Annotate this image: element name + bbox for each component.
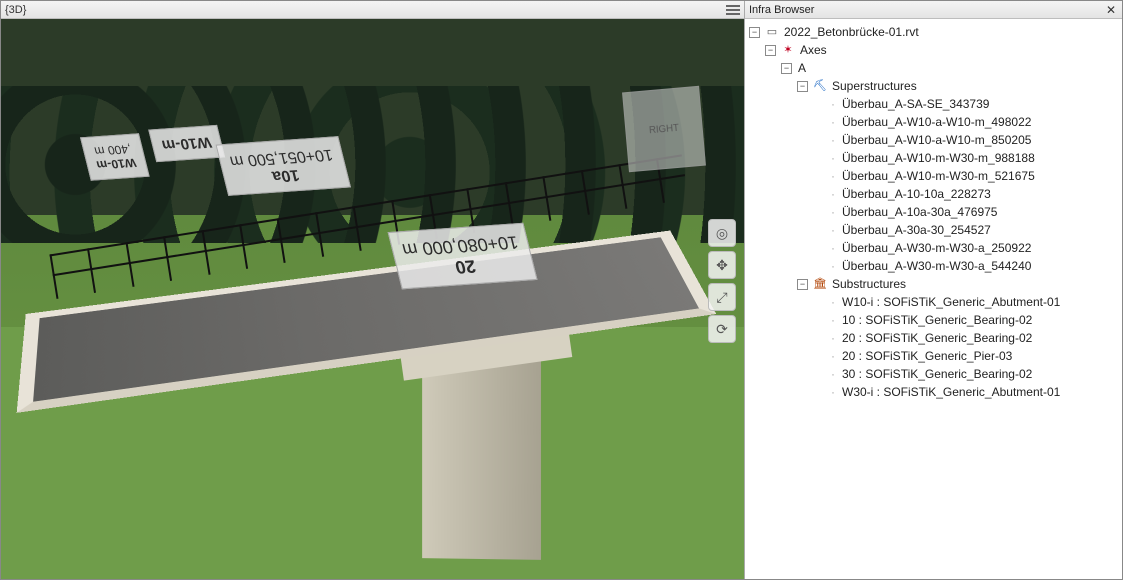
tree-item-label: 10 : SOFiSTiK_Generic_Bearing-02	[840, 311, 1034, 329]
document-icon: ▭	[764, 24, 780, 40]
collapse-icon[interactable]: −	[765, 45, 776, 56]
tree-sub-item-5[interactable]: ·W30-i : SOFiSTiK_Generic_Abutment-01	[813, 383, 1120, 401]
tree-item-label: Überbau_A-W10-m-W30-m_521675	[840, 167, 1037, 185]
tree-item-label: Überbau_A-W10-m-W30-m_988188	[840, 149, 1037, 167]
tree-connector-icon: ·	[828, 383, 838, 401]
tree-item-label: 30 : SOFiSTiK_Generic_Bearing-02	[840, 365, 1034, 383]
view-controls: ◎ ✥ ⤢ ⟳	[708, 219, 736, 343]
tree-item-label: W10-i : SOFiSTiK_Generic_Abutment-01	[840, 293, 1062, 311]
close-icon[interactable]: ✕	[1104, 3, 1118, 17]
tree-sub-item-0[interactable]: ·W10-i : SOFiSTiK_Generic_Abutment-01	[813, 293, 1120, 311]
tree-sub-item-2[interactable]: ·20 : SOFiSTiK_Generic_Bearing-02	[813, 329, 1120, 347]
tree-connector-icon: ·	[828, 185, 838, 203]
tree-super-item-2[interactable]: ·Überbau_A-W10-a-W10-m_850205	[813, 131, 1120, 149]
tree-root[interactable]: − ▭ 2022_Betonbrücke-01.rvt − ✶ Axes	[749, 23, 1120, 401]
tree-axis-a[interactable]: − A − ⛏ Superstructures	[781, 59, 1120, 401]
station-label-10a: 10a 10+051,500 m	[221, 140, 346, 191]
tree-root-label: 2022_Betonbrücke-01.rvt	[782, 23, 921, 41]
tree-item-label: Überbau_A-10-10a_228273	[840, 185, 993, 203]
tree-item-label: Überbau_A-W30-m-W30-a_544240	[840, 257, 1033, 275]
bridge-pier	[422, 358, 541, 560]
tree-sub-item-3[interactable]: ·20 : SOFiSTiK_Generic_Pier-03	[813, 347, 1120, 365]
station-label-w10m-b: W10-m	[153, 129, 220, 158]
tree-connector-icon: ·	[828, 257, 838, 275]
tree-axis-a-label: A	[796, 59, 808, 77]
tree-connector-icon: ·	[828, 311, 838, 329]
tree-substructures[interactable]: − 🏛 Substructures ·W10-i : SOFiSTiK_Gene…	[797, 275, 1120, 401]
tree-axes-label: Axes	[798, 41, 829, 59]
tree-connector-icon: ·	[828, 149, 838, 167]
tree-item-label: Überbau_A-30a-30_254527	[840, 221, 993, 239]
collapse-icon[interactable]: −	[797, 81, 808, 92]
viewport-menu-icon[interactable]	[726, 5, 740, 15]
tree-super-item-4[interactable]: ·Überbau_A-W10-m-W30-m_521675	[813, 167, 1120, 185]
tree-item-label: Überbau_A-10a-30a_476975	[840, 203, 999, 221]
superstructures-icon: ⛏	[812, 78, 828, 94]
infra-browser-header: Infra Browser ✕	[745, 1, 1122, 19]
substructures-icon: 🏛	[812, 276, 828, 292]
steering-wheels-button[interactable]: ◎	[708, 219, 736, 247]
tree-super-item-1[interactable]: ·Überbau_A-W10-a-W10-m_498022	[813, 113, 1120, 131]
tree-super-item-9[interactable]: ·Überbau_A-W30-m-W30-a_544240	[813, 257, 1120, 275]
tree-connector-icon: ·	[828, 239, 838, 257]
tree-item-label: Überbau_A-SA-SE_343739	[840, 95, 991, 113]
tree-item-label: Überbau_A-W10-a-W10-m_498022	[840, 113, 1033, 131]
tree-connector-icon: ·	[828, 131, 838, 149]
tree-super-item-7[interactable]: ·Überbau_A-30a-30_254527	[813, 221, 1120, 239]
zoom-button[interactable]: ⤢	[708, 283, 736, 311]
viewport-pane: {3D} W10-m ,400 m W10-m	[1, 1, 745, 579]
tree-item-label: Überbau_A-W10-a-W10-m_850205	[840, 131, 1033, 149]
infra-browser-tree: − ▭ 2022_Betonbrücke-01.rvt − ✶ Axes	[745, 19, 1122, 405]
tree-item-label: 20 : SOFiSTiK_Generic_Pier-03	[840, 347, 1014, 365]
viewport-title: {3D}	[5, 4, 26, 16]
tree-connector-icon: ·	[828, 167, 838, 185]
tree-super-item-0[interactable]: ·Überbau_A-SA-SE_343739	[813, 95, 1120, 113]
tree-connector-icon: ·	[828, 365, 838, 383]
tree-connector-icon: ·	[828, 95, 838, 113]
tree-super-item-6[interactable]: ·Überbau_A-10a-30a_476975	[813, 203, 1120, 221]
tree-super-item-5[interactable]: ·Überbau_A-10-10a_228273	[813, 185, 1120, 203]
collapse-icon[interactable]: −	[781, 63, 792, 74]
station-label-20: 20 10+080,000 m	[393, 227, 533, 285]
tree-connector-icon: ·	[828, 347, 838, 365]
infra-browser-title: Infra Browser	[749, 4, 814, 16]
tree-connector-icon: ·	[828, 203, 838, 221]
viewport-header: {3D}	[1, 1, 744, 19]
tree-connector-icon: ·	[828, 113, 838, 131]
orbit-button[interactable]: ⟳	[708, 315, 736, 343]
tree-sub-item-1[interactable]: ·10 : SOFiSTiK_Generic_Bearing-02	[813, 311, 1120, 329]
view-cube[interactable]: RIGHT	[622, 86, 706, 172]
station-label-w10m-a: W10-m ,400 m	[85, 137, 145, 176]
tree-connector-icon: ·	[828, 329, 838, 347]
tree-item-label: Überbau_A-W30-m-W30-a_250922	[840, 239, 1033, 257]
tree-super-item-3[interactable]: ·Überbau_A-W10-m-W30-m_988188	[813, 149, 1120, 167]
tree-superstructures[interactable]: − ⛏ Superstructures ·Überbau_A-SA-SE_343…	[797, 77, 1120, 275]
view-cube-face-label: RIGHT	[649, 122, 680, 136]
pan-button[interactable]: ✥	[708, 251, 736, 279]
tree-item-label: W30-i : SOFiSTiK_Generic_Abutment-01	[840, 383, 1062, 401]
tree-sub-item-4[interactable]: ·30 : SOFiSTiK_Generic_Bearing-02	[813, 365, 1120, 383]
tree-super-label: Superstructures	[830, 77, 919, 95]
viewport-3d-canvas[interactable]: W10-m ,400 m W10-m 10a 10+051,500 m 20 1…	[1, 19, 744, 579]
tree-connector-icon: ·	[828, 221, 838, 239]
axes-icon: ✶	[780, 42, 796, 58]
infra-browser-pane: Infra Browser ✕ − ▭ 2022_Betonbrücke-01.…	[745, 1, 1122, 579]
tree-axes[interactable]: − ✶ Axes − A	[765, 41, 1120, 401]
tree-item-label: 20 : SOFiSTiK_Generic_Bearing-02	[840, 329, 1034, 347]
tree-connector-icon: ·	[828, 293, 838, 311]
tree-sub-label: Substructures	[830, 275, 908, 293]
collapse-icon[interactable]: −	[797, 279, 808, 290]
tree-super-item-8[interactable]: ·Überbau_A-W30-m-W30-a_250922	[813, 239, 1120, 257]
collapse-icon[interactable]: −	[749, 27, 760, 38]
